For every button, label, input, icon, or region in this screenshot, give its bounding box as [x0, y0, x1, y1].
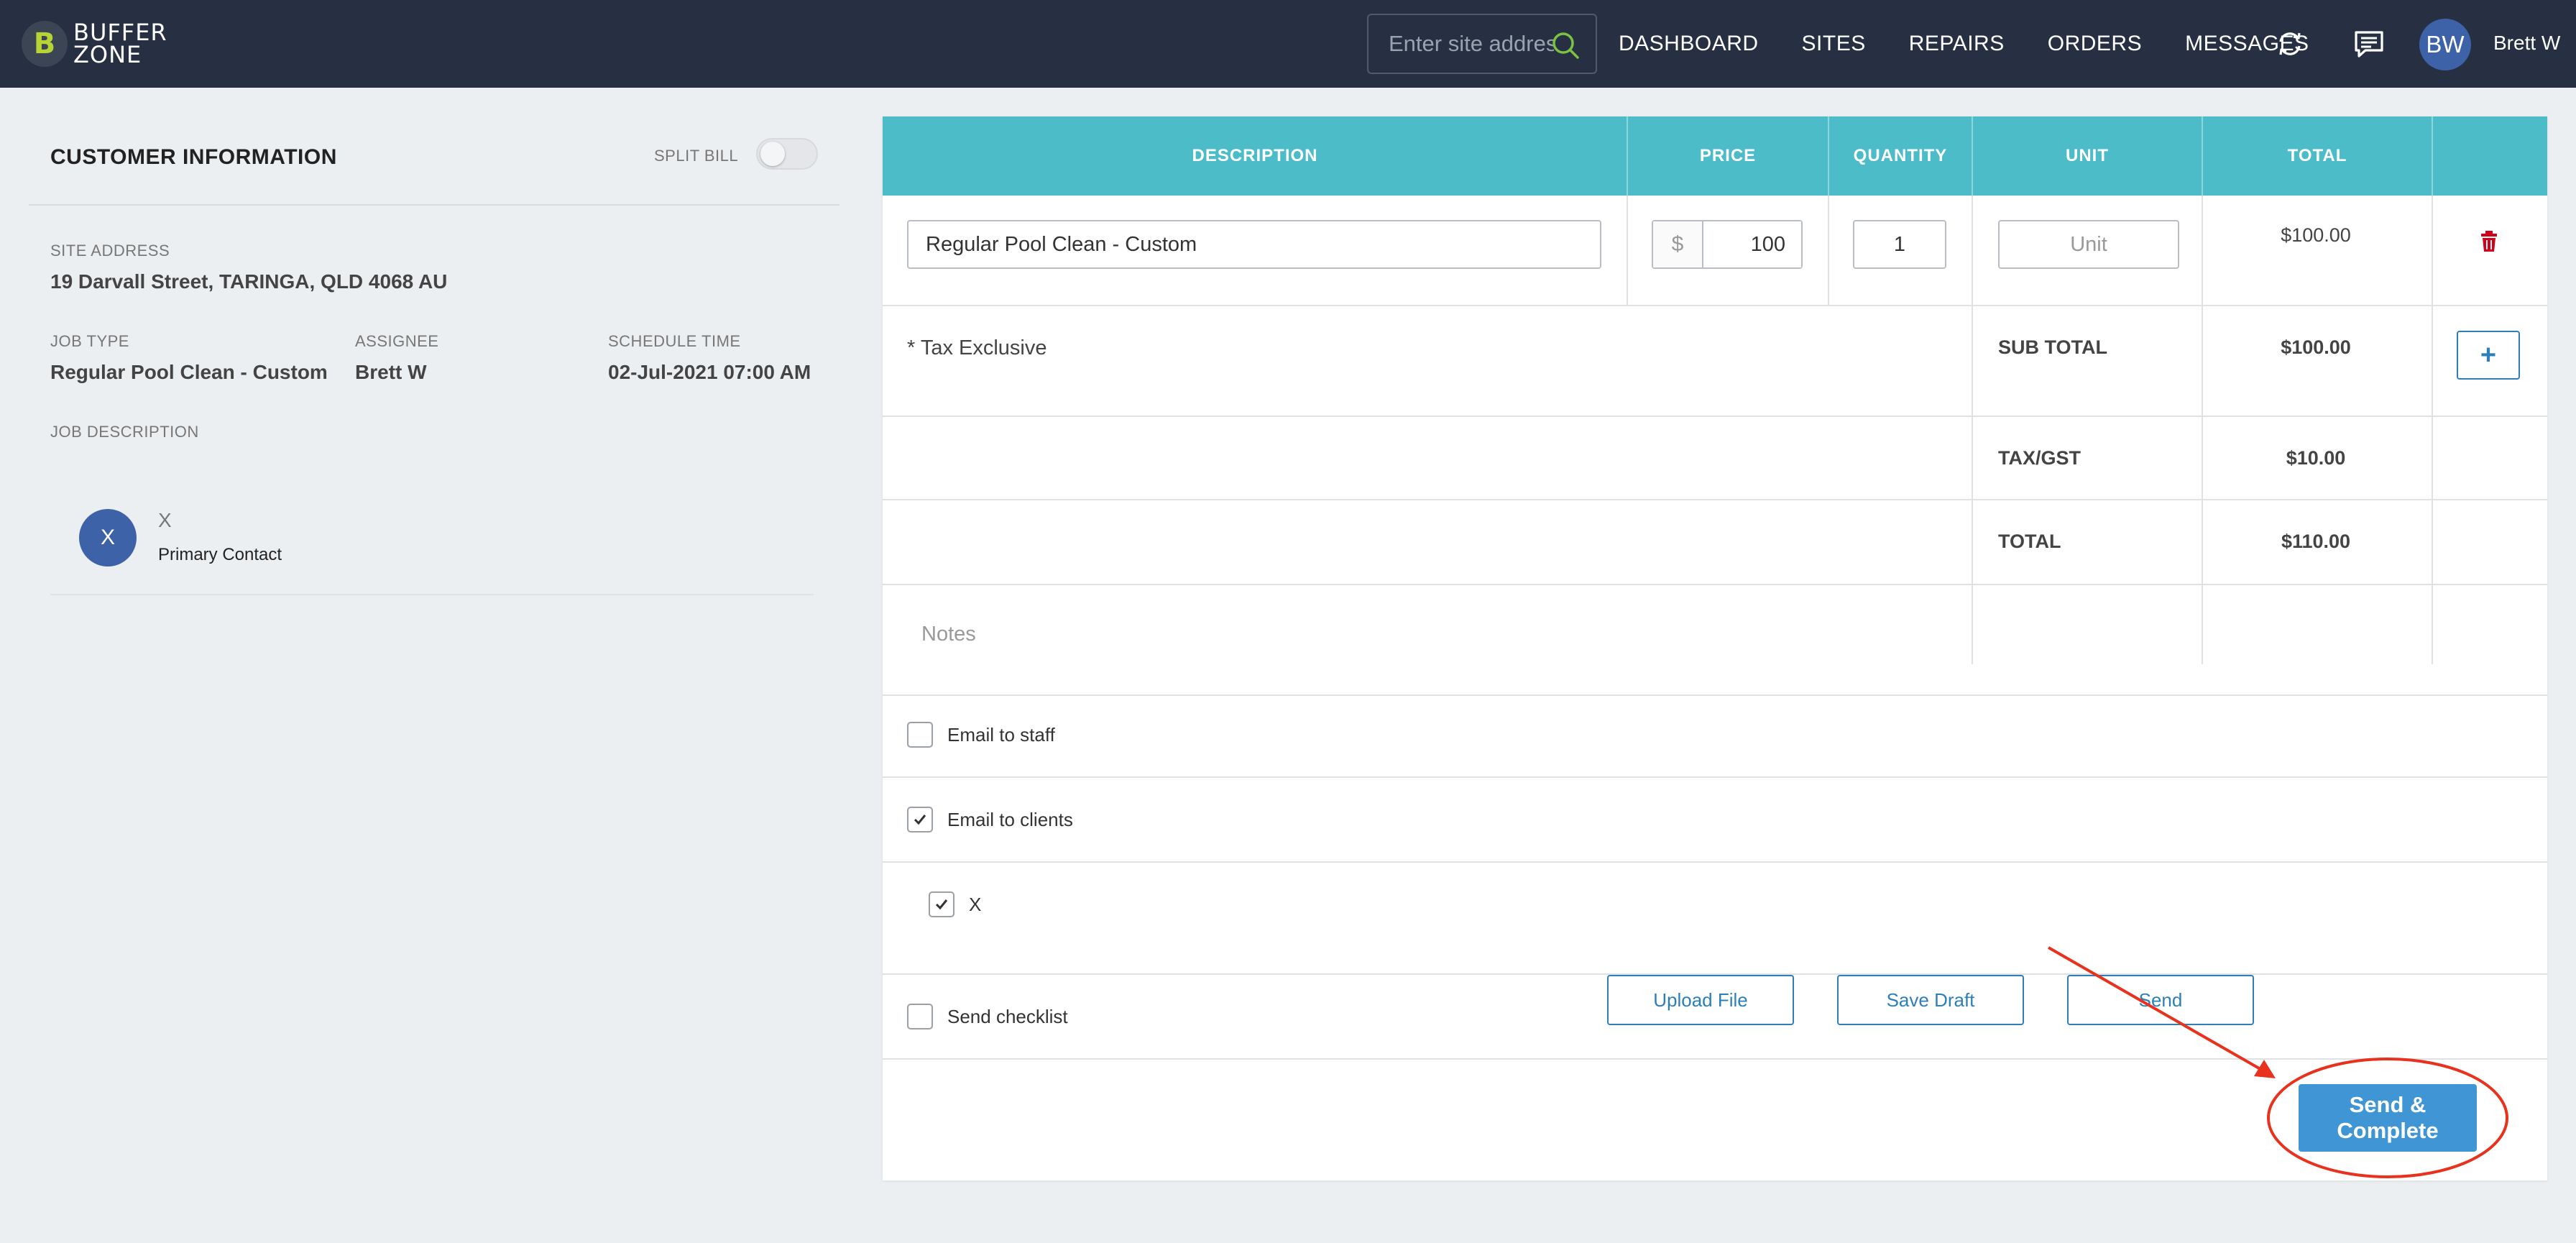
nav-sites[interactable]: SITES	[1802, 32, 1866, 56]
save-draft-button[interactable]: Save Draft	[1837, 975, 2024, 1025]
email-to-clients-option[interactable]: Email to clients	[907, 807, 1073, 833]
total-label: TOTAL	[1998, 531, 2061, 552]
logo-line-2: ZONE	[73, 41, 142, 68]
header-divider	[1627, 116, 1628, 196]
split-bill-toggle[interactable]	[756, 138, 818, 170]
main-nav: DASHBOARD SITES REPAIRS ORDERS MESSAGES	[1619, 0, 2352, 88]
nav-orders[interactable]: ORDERS	[2048, 32, 2142, 56]
assignee-label: ASSIGNEE	[355, 332, 439, 350]
email-to-staff-label: Email to staff	[947, 723, 1055, 746]
tax-exclusive-note: * Tax Exclusive	[907, 336, 1047, 359]
column-total: TOTAL	[2287, 146, 2347, 165]
client-x-label: X	[969, 893, 982, 915]
header-divider	[1972, 116, 1973, 196]
checkmark-icon	[914, 815, 926, 825]
contact-divider	[50, 594, 814, 595]
sync-icon[interactable]	[2273, 27, 2306, 60]
send-button[interactable]: Send	[2067, 975, 2254, 1025]
grid-line	[883, 584, 2547, 585]
header-divider	[1828, 116, 1829, 196]
user-name[interactable]: Brett W	[2493, 32, 2560, 55]
grid-line	[1972, 196, 1973, 664]
subtotal-value: $100.00	[2281, 336, 2351, 358]
nav-dashboard[interactable]: DASHBOARD	[1619, 32, 1759, 56]
item-price-input[interactable]	[1703, 221, 1801, 267]
email-to-staff-checkbox[interactable]	[907, 722, 933, 748]
grid-line	[883, 1058, 2547, 1060]
contact-role: Primary Contact	[158, 545, 282, 564]
tax-gst-label: TAX/GST	[1998, 447, 2082, 469]
grid-line	[1627, 196, 1628, 305]
email-to-staff-option[interactable]: Email to staff	[907, 722, 1055, 748]
add-line-item-button[interactable]: +	[2457, 331, 2520, 380]
grid-line	[883, 776, 2547, 778]
contact-avatar: X	[79, 509, 137, 567]
send-checklist-label: Send checklist	[947, 1005, 1068, 1027]
nav-repairs[interactable]: REPAIRS	[1909, 32, 2005, 56]
checkmark-icon	[935, 899, 948, 910]
contact-name: X	[158, 509, 172, 531]
site-search-input[interactable]	[1389, 31, 1554, 57]
grid-line	[2432, 196, 2433, 664]
grid-line	[1828, 196, 1829, 305]
buffer-zone-logo[interactable]: B BUFFER ZONE	[22, 19, 167, 69]
column-unit: UNIT	[2066, 146, 2109, 165]
site-search	[1367, 14, 1597, 74]
item-line-total: $100.00	[2281, 224, 2351, 246]
grid-line	[883, 305, 2547, 306]
logo-letter: B	[33, 27, 56, 60]
toggle-knob	[760, 142, 785, 166]
trash-icon[interactable]	[2478, 229, 2500, 253]
section-divider	[29, 204, 840, 206]
subtotal-label: SUB TOTAL	[1998, 336, 2107, 358]
header-divider	[2202, 116, 2203, 196]
grid-line	[2202, 196, 2203, 664]
client-x-checkbox[interactable]	[929, 891, 954, 917]
total-value: $110.00	[2281, 531, 2351, 552]
grid-line	[883, 861, 2547, 863]
schedule-time-label: SCHEDULE TIME	[608, 332, 741, 350]
currency-prefix: $	[1653, 221, 1703, 267]
send-checklist-checkbox[interactable]	[907, 1004, 933, 1029]
upload-file-button[interactable]: Upload File	[1607, 975, 1794, 1025]
send-checklist-option[interactable]: Send checklist	[907, 1004, 1068, 1029]
grid-line	[883, 694, 2547, 696]
item-quantity-input[interactable]	[1853, 220, 1946, 269]
job-description-label: JOB DESCRIPTION	[50, 423, 199, 441]
grid-line	[883, 499, 2547, 500]
site-address-value: 19 Darvall Street, TARINGA, QLD 4068 AU	[50, 270, 448, 293]
site-address-label: SITE ADDRESS	[50, 242, 170, 260]
item-price-field: $	[1652, 220, 1803, 269]
search-icon[interactable]	[1550, 29, 1581, 61]
email-to-clients-checkbox[interactable]	[907, 807, 933, 833]
job-type-value: Regular Pool Clean - Custom	[50, 361, 328, 383]
assignee-value: Brett W	[355, 361, 427, 383]
top-navigation-bar: B BUFFER ZONE DASHBOARD SITES REPAIRS OR…	[0, 0, 2576, 88]
item-unit-input[interactable]	[1998, 220, 2179, 269]
column-price: PRICE	[1699, 146, 1757, 165]
job-type-label: JOB TYPE	[50, 332, 129, 350]
column-description: DESCRIPTION	[1192, 146, 1318, 165]
header-divider	[2432, 116, 2433, 196]
client-x-option[interactable]: X	[929, 891, 981, 917]
tax-gst-value: $10.00	[2286, 447, 2346, 469]
split-bill-label: SPLIT BILL	[654, 147, 739, 165]
chat-icon[interactable]	[2352, 27, 2386, 60]
logo-text: BUFFER ZONE	[73, 21, 167, 68]
logo-badge: B	[22, 21, 68, 67]
schedule-time-value: 02-Jul-2021 07:00 AM	[608, 361, 811, 383]
user-avatar[interactable]: BW	[2419, 19, 2471, 70]
notes-input[interactable]	[907, 623, 2517, 646]
column-quantity: QUANTITY	[1853, 146, 1948, 165]
item-description-input[interactable]	[907, 220, 1601, 269]
customer-information-title: CUSTOMER INFORMATION	[50, 145, 337, 169]
email-to-clients-label: Email to clients	[947, 808, 1073, 830]
send-and-complete-button[interactable]: Send & Complete	[2299, 1084, 2477, 1152]
grid-line	[883, 416, 2547, 417]
